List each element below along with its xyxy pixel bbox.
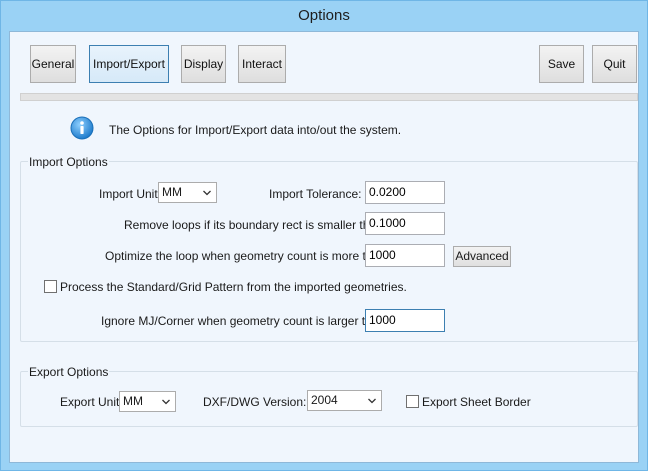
optimize-loop-input[interactable]: 1000 [365, 244, 445, 267]
export-sheet-border-checkbox[interactable] [406, 395, 419, 408]
import-unit-select[interactable]: MM [158, 182, 217, 203]
remove-loops-input[interactable]: 0.1000 [365, 212, 445, 235]
ignore-mj-input[interactable]: 1000 [365, 309, 445, 332]
chevron-down-icon [203, 190, 211, 196]
window-title: Options [298, 7, 350, 24]
chevron-down-icon [368, 398, 376, 404]
import-export-tab-button[interactable]: Import/Export [89, 45, 169, 83]
export-unit-label: Export Unit: [60, 395, 123, 409]
info-icon [70, 116, 94, 140]
chevron-down-icon [162, 399, 170, 405]
save-button[interactable]: Save [539, 45, 584, 83]
export-options-title: Export Options [28, 365, 110, 379]
advanced-button[interactable]: Advanced [453, 246, 511, 267]
import-unit-label: Import Unit: [99, 187, 162, 201]
ignore-mj-label: Ignore MJ/Corner when geometry count is … [101, 314, 389, 328]
import-tolerance-input[interactable]: 0.0200 [365, 181, 445, 204]
export-unit-value: MM [123, 394, 143, 408]
toolbar-separator [20, 93, 638, 101]
quit-button[interactable]: Quit [592, 45, 637, 83]
import-unit-value: MM [162, 185, 182, 199]
export-sheet-border-label: Export Sheet Border [422, 395, 531, 409]
remove-loops-label: Remove loops if its boundary rect is sma… [124, 218, 387, 232]
dxf-version-select[interactable]: 2004 [307, 390, 382, 411]
import-options-title: Import Options [28, 155, 109, 169]
process-pattern-checkbox[interactable] [44, 280, 57, 293]
dxf-version-value: 2004 [311, 393, 338, 407]
interact-tab-button[interactable]: Interact [238, 45, 286, 83]
import-tolerance-label: Import Tolerance: [269, 187, 362, 201]
export-unit-select[interactable]: MM [119, 391, 176, 412]
options-client-area: General Import/Export Display Interact S… [9, 31, 639, 463]
display-tab-button[interactable]: Display [181, 45, 226, 83]
options-window: Options General Import/Export Display In… [0, 0, 648, 471]
general-tab-button[interactable]: General [30, 45, 76, 83]
process-pattern-label: Process the Standard/Grid Pattern from t… [60, 280, 407, 294]
info-message: The Options for Import/Export data into/… [109, 123, 402, 137]
optimize-loop-label: Optimize the loop when geometry count is… [105, 249, 390, 263]
dxf-version-label: DXF/DWG Version: [203, 395, 307, 409]
